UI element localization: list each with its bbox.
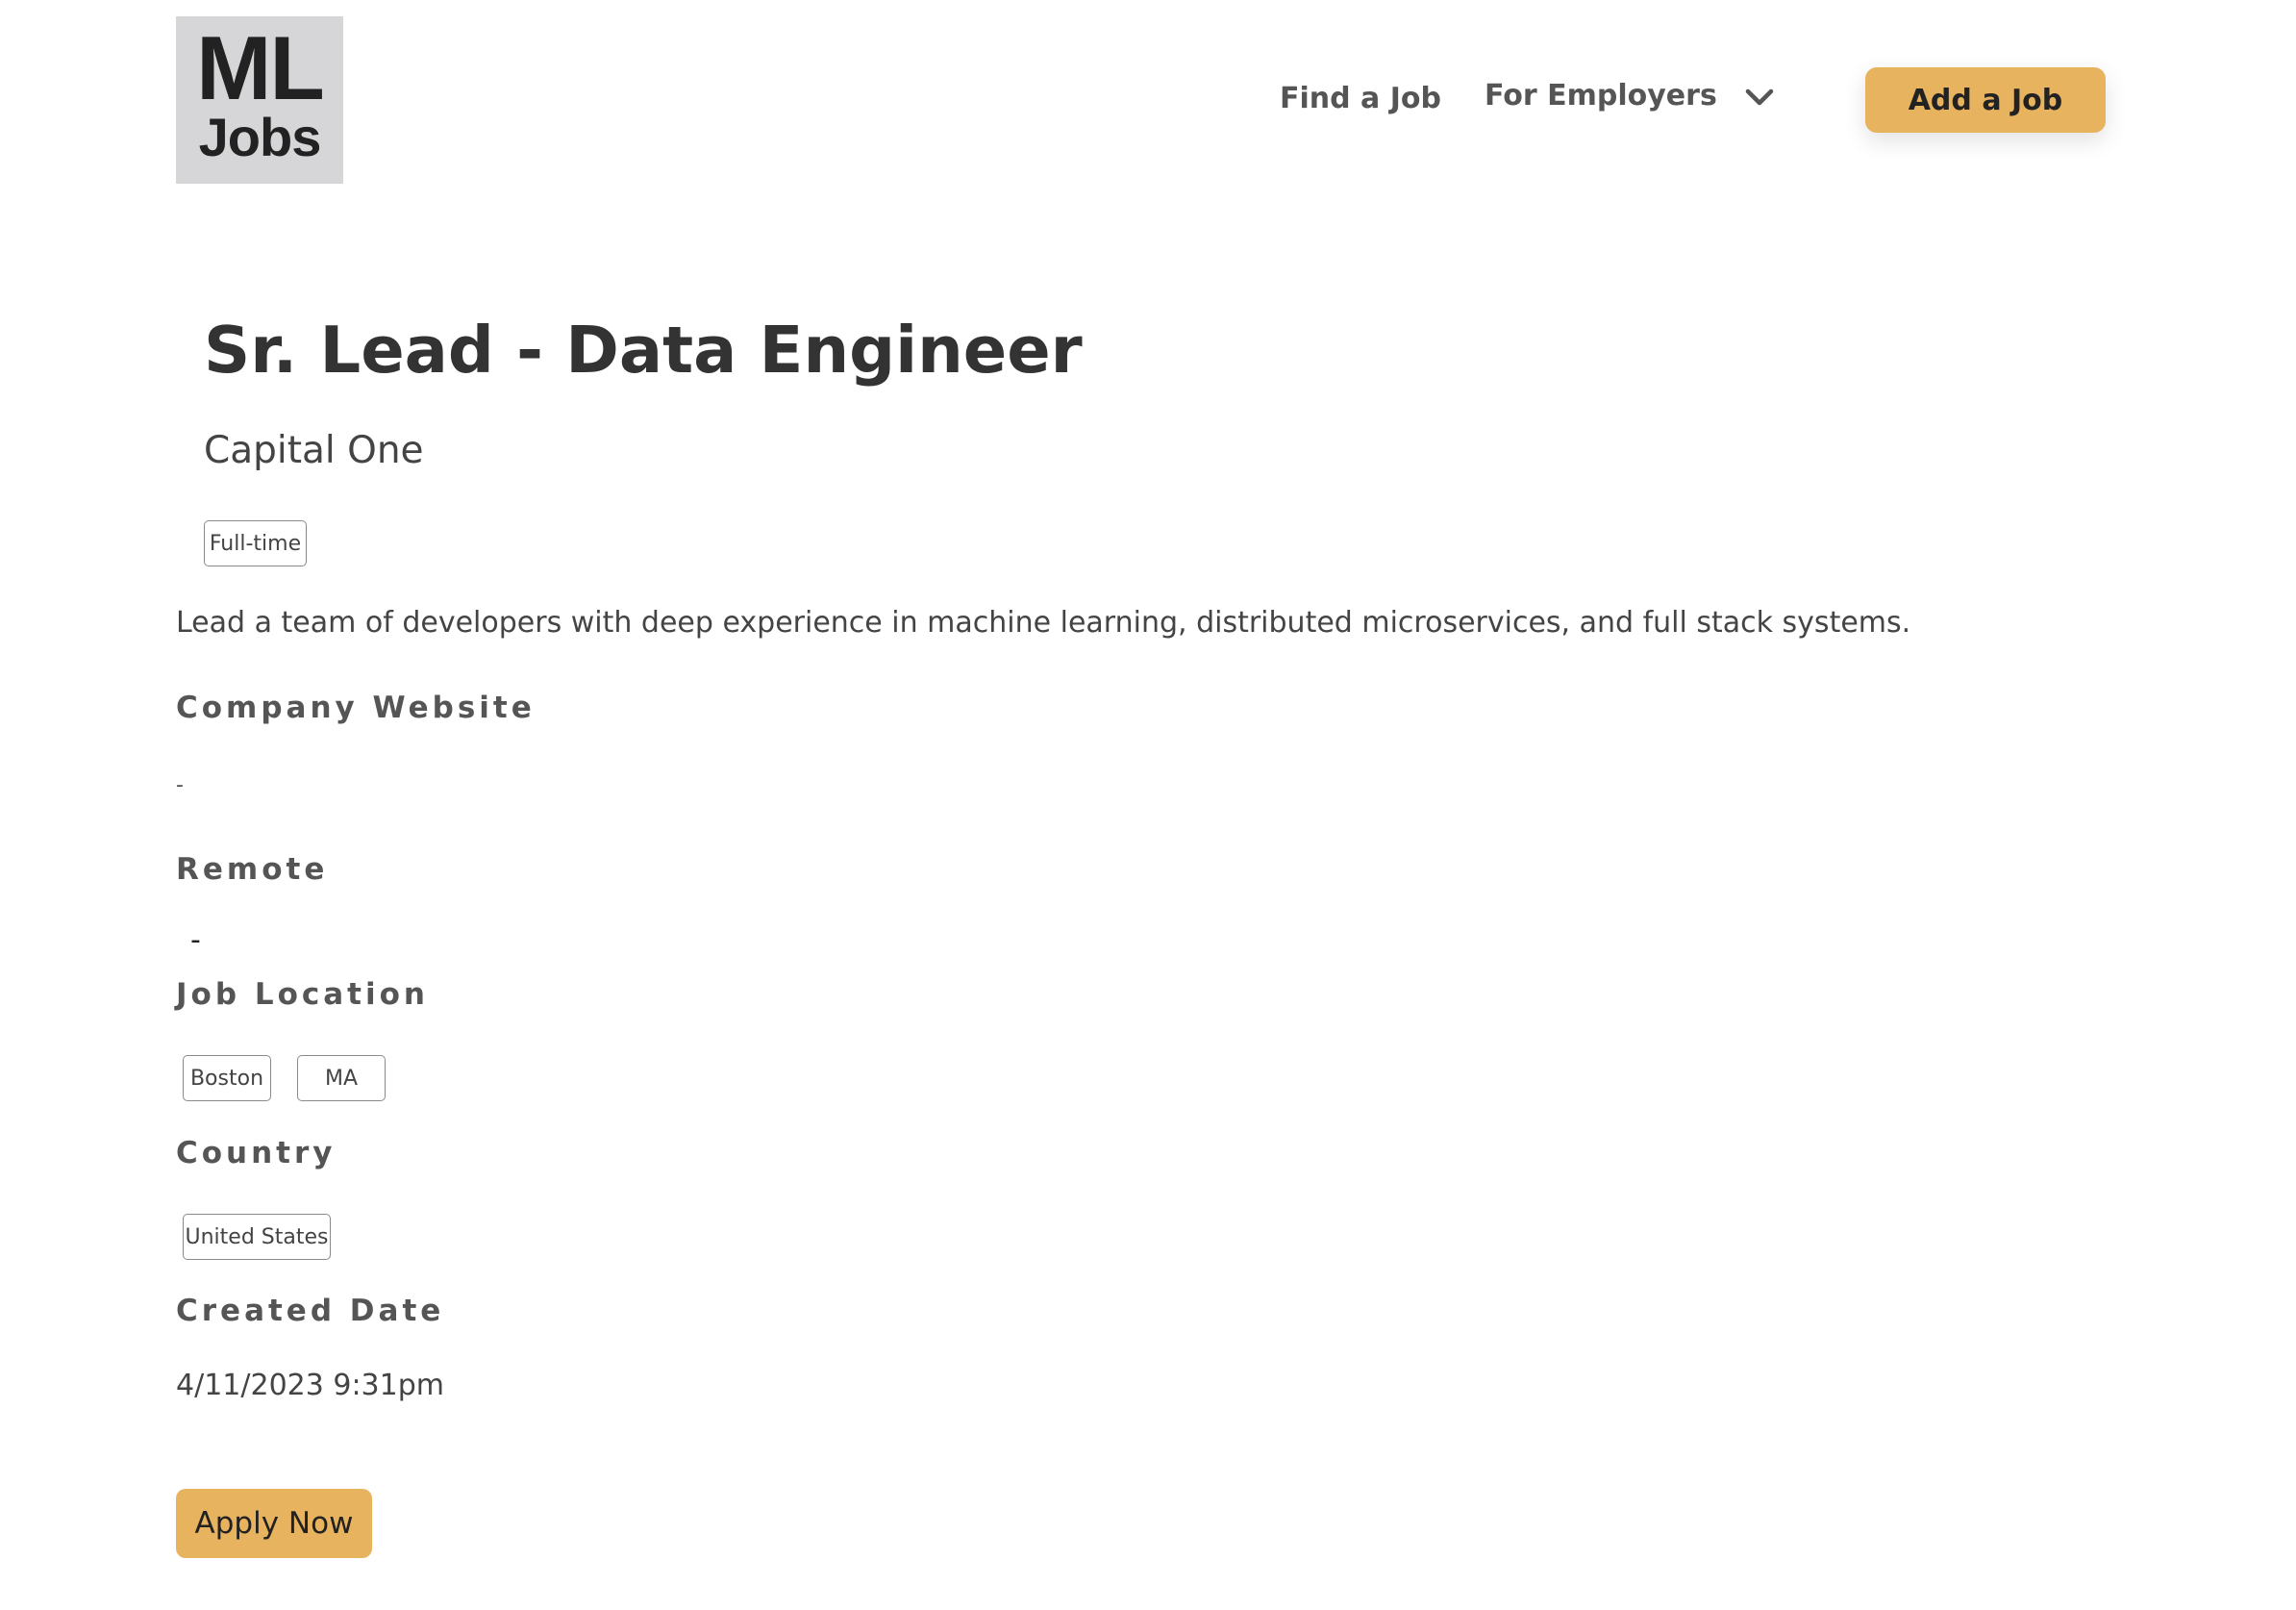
add-a-job-button[interactable]: Add a Job [1865, 67, 2106, 133]
location-city-tag: Boston [183, 1055, 271, 1101]
nav-find-a-job[interactable]: Find a Job [1280, 82, 1441, 115]
site-logo[interactable]: ML Jobs [176, 16, 343, 184]
chevron-down-icon [1745, 88, 1774, 105]
logo-text-ml: ML [196, 17, 325, 118]
nav-for-employers-label: For Employers [1485, 79, 1717, 113]
job-location-label: Job Location [176, 977, 429, 1012]
country-tag: United States [183, 1214, 331, 1260]
job-title: Sr. Lead - Data Engineer [204, 313, 1083, 388]
logo-text-jobs: Jobs [198, 107, 322, 167]
country-label: Country [176, 1136, 337, 1170]
created-date-value: 4/11/2023 9:31pm [176, 1369, 444, 1402]
remote-value: - [190, 923, 201, 957]
company-website-value: - [176, 773, 184, 797]
apply-now-button[interactable]: Apply Now [176, 1489, 372, 1558]
employment-type-tag: Full-time [204, 520, 307, 566]
company-name: Capital One [204, 429, 424, 472]
created-date-label: Created Date [176, 1294, 445, 1328]
job-description: Lead a team of developers with deep expe… [176, 606, 1911, 640]
job-detail-page: ML Jobs Find a Job For Employers Add a J… [0, 0, 2296, 1610]
location-state-tag: MA [297, 1055, 386, 1101]
remote-label: Remote [176, 852, 329, 887]
company-website-label: Company Website [176, 691, 536, 725]
nav-for-employers[interactable]: For Employers [1485, 79, 1777, 113]
